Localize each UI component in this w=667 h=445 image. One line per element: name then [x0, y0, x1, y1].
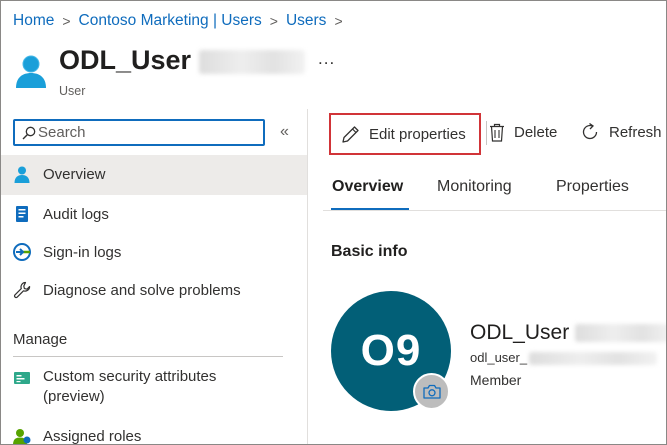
user-icon	[16, 55, 46, 88]
avatar-initials: O9	[360, 326, 422, 375]
audit-log-icon	[16, 206, 28, 222]
search-input[interactable]	[38, 124, 258, 141]
panel-divider	[307, 109, 308, 444]
sign-in-icon	[13, 243, 31, 261]
section-heading-manage: Manage	[13, 331, 68, 348]
search-icon	[22, 126, 36, 139]
tab-bar-divider	[323, 210, 666, 211]
breadcrumb-contoso-users[interactable]: Contoso Marketing | Users	[79, 12, 262, 30]
sidebar-item-diagnose[interactable]: Diagnose and solve problems	[1, 271, 307, 309]
refresh-icon	[582, 122, 598, 140]
section-heading-basic-info: Basic info	[331, 243, 408, 260]
user-principal-name: odl_user_	[470, 350, 658, 366]
tab-overview[interactable]: Overview	[332, 178, 403, 196]
user-principal-name-text: odl_user_	[470, 350, 528, 365]
trash-icon	[490, 123, 504, 142]
user-type: Member	[470, 372, 522, 388]
sidebar-item-label-line2: (preview)	[43, 388, 105, 405]
user-display-name-text: ODL_User	[470, 321, 570, 344]
sidebar-item-audit-logs[interactable]: Audit logs	[1, 195, 307, 233]
tab-monitoring[interactable]: Monitoring	[437, 178, 512, 196]
more-options-button[interactable]: ...	[318, 49, 335, 69]
redacted-text	[529, 352, 658, 366]
breadcrumb: Home > Contoso Marketing | Users > Users…	[13, 12, 351, 30]
sidebar-item-sign-in-logs[interactable]: Sign-in logs	[1, 233, 307, 271]
page-subtitle: User	[59, 84, 86, 98]
search-box[interactable]	[13, 119, 265, 146]
sidebar-item-label: Audit logs	[43, 206, 109, 223]
security-attributes-icon	[14, 372, 30, 384]
edit-properties-button[interactable]: Edit properties	[329, 113, 481, 155]
tab-properties[interactable]: Properties	[556, 178, 629, 196]
sidebar-item-label: Overview	[43, 166, 106, 183]
sidebar-item-custom-security-attributes[interactable]: Custom security attributes (preview)	[1, 367, 307, 413]
toolbar-separator	[486, 121, 487, 145]
tab-bar: Overview Monitoring Properties	[323, 163, 666, 210]
page-title: ODL_User	[59, 45, 306, 76]
breadcrumb-separator: >	[62, 13, 71, 29]
breadcrumb-separator: >	[334, 13, 343, 29]
sidebar-item-label-line1: Custom security attributes	[43, 368, 217, 385]
user-profile-page: Home > Contoso Marketing | Users > Users…	[0, 0, 667, 445]
sidebar: « Overview Audit logs Sign-in l	[1, 109, 307, 445]
breadcrumb-separator: >	[269, 13, 278, 29]
command-bar: Edit properties Delete Refresh	[323, 109, 666, 155]
breadcrumb-users[interactable]: Users	[286, 12, 326, 30]
change-photo-button[interactable]	[413, 373, 450, 410]
redacted-text	[575, 324, 666, 343]
collapse-sidebar-button[interactable]: «	[280, 123, 289, 141]
delete-label: Delete	[514, 123, 558, 141]
sidebar-item-label: Custom security attributes (preview)	[43, 367, 216, 407]
page-title-text: ODL_User	[59, 45, 192, 75]
page-header: ODL_User ... User	[13, 45, 653, 101]
section-divider	[13, 356, 283, 357]
sidebar-item-label: Assigned roles	[43, 428, 142, 445]
roles-icon	[13, 429, 31, 444]
camera-icon	[422, 384, 441, 399]
wrench-icon	[13, 281, 31, 299]
refresh-label: Refresh	[609, 123, 662, 141]
sidebar-item-label: Sign-in logs	[43, 244, 122, 261]
breadcrumb-home[interactable]: Home	[13, 12, 54, 30]
edit-properties-label: Edit properties	[369, 125, 466, 143]
redacted-text	[199, 49, 306, 74]
pencil-icon	[342, 125, 359, 143]
sidebar-item-assigned-roles[interactable]: Assigned roles	[1, 427, 307, 445]
sidebar-item-overview[interactable]: Overview	[1, 155, 307, 195]
refresh-button[interactable]: Refresh	[580, 109, 662, 155]
sidebar-item-label: Diagnose and solve problems	[43, 282, 241, 299]
delete-button[interactable]: Delete	[489, 109, 557, 155]
user-display-name: ODL_User	[470, 321, 666, 345]
user-icon	[14, 166, 30, 183]
